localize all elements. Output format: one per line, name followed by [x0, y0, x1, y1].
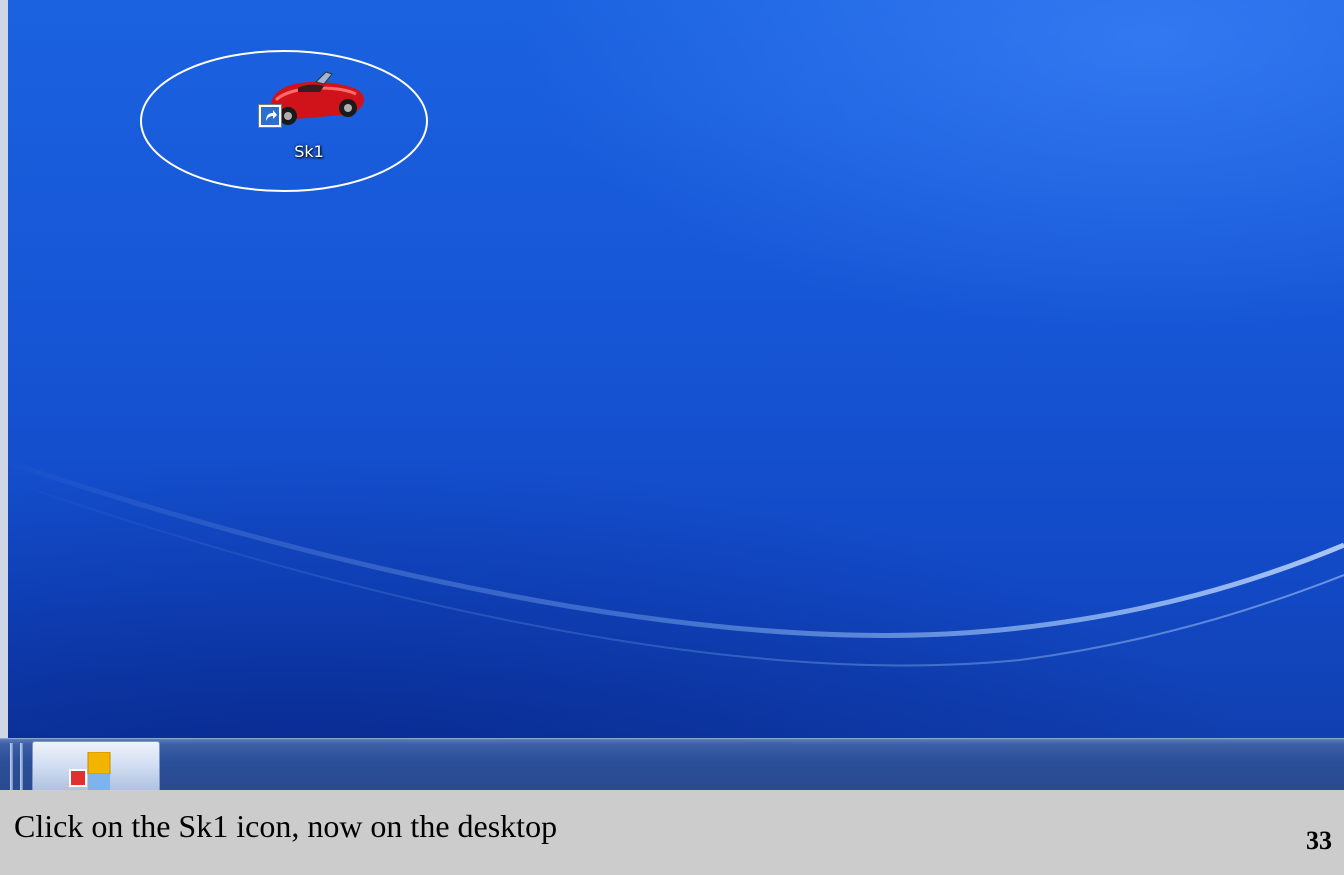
shortcut-arrow-icon	[258, 104, 282, 128]
app-window-icon	[69, 752, 111, 792]
taskbar-app-button[interactable]	[32, 741, 160, 793]
window-edge-strip	[0, 0, 8, 790]
icon-highlight-ellipse	[140, 50, 428, 192]
instruction-caption: Click on the Sk1 icon, now on the deskto…	[14, 808, 558, 844]
taskbar	[0, 738, 1344, 793]
wallpaper-light-streak	[0, 457, 1344, 667]
desktop-icon-sk1[interactable]: Sk1	[246, 66, 372, 170]
slide-number: 33	[1306, 826, 1332, 855]
taskbar-separator	[10, 743, 13, 791]
desktop-screen: Sk1	[0, 0, 1344, 790]
taskbar-separator	[20, 743, 23, 791]
caption-bar: Click on the Sk1 icon, now on the deskto…	[0, 790, 1344, 875]
desktop-icon-label: Sk1	[294, 142, 324, 161]
